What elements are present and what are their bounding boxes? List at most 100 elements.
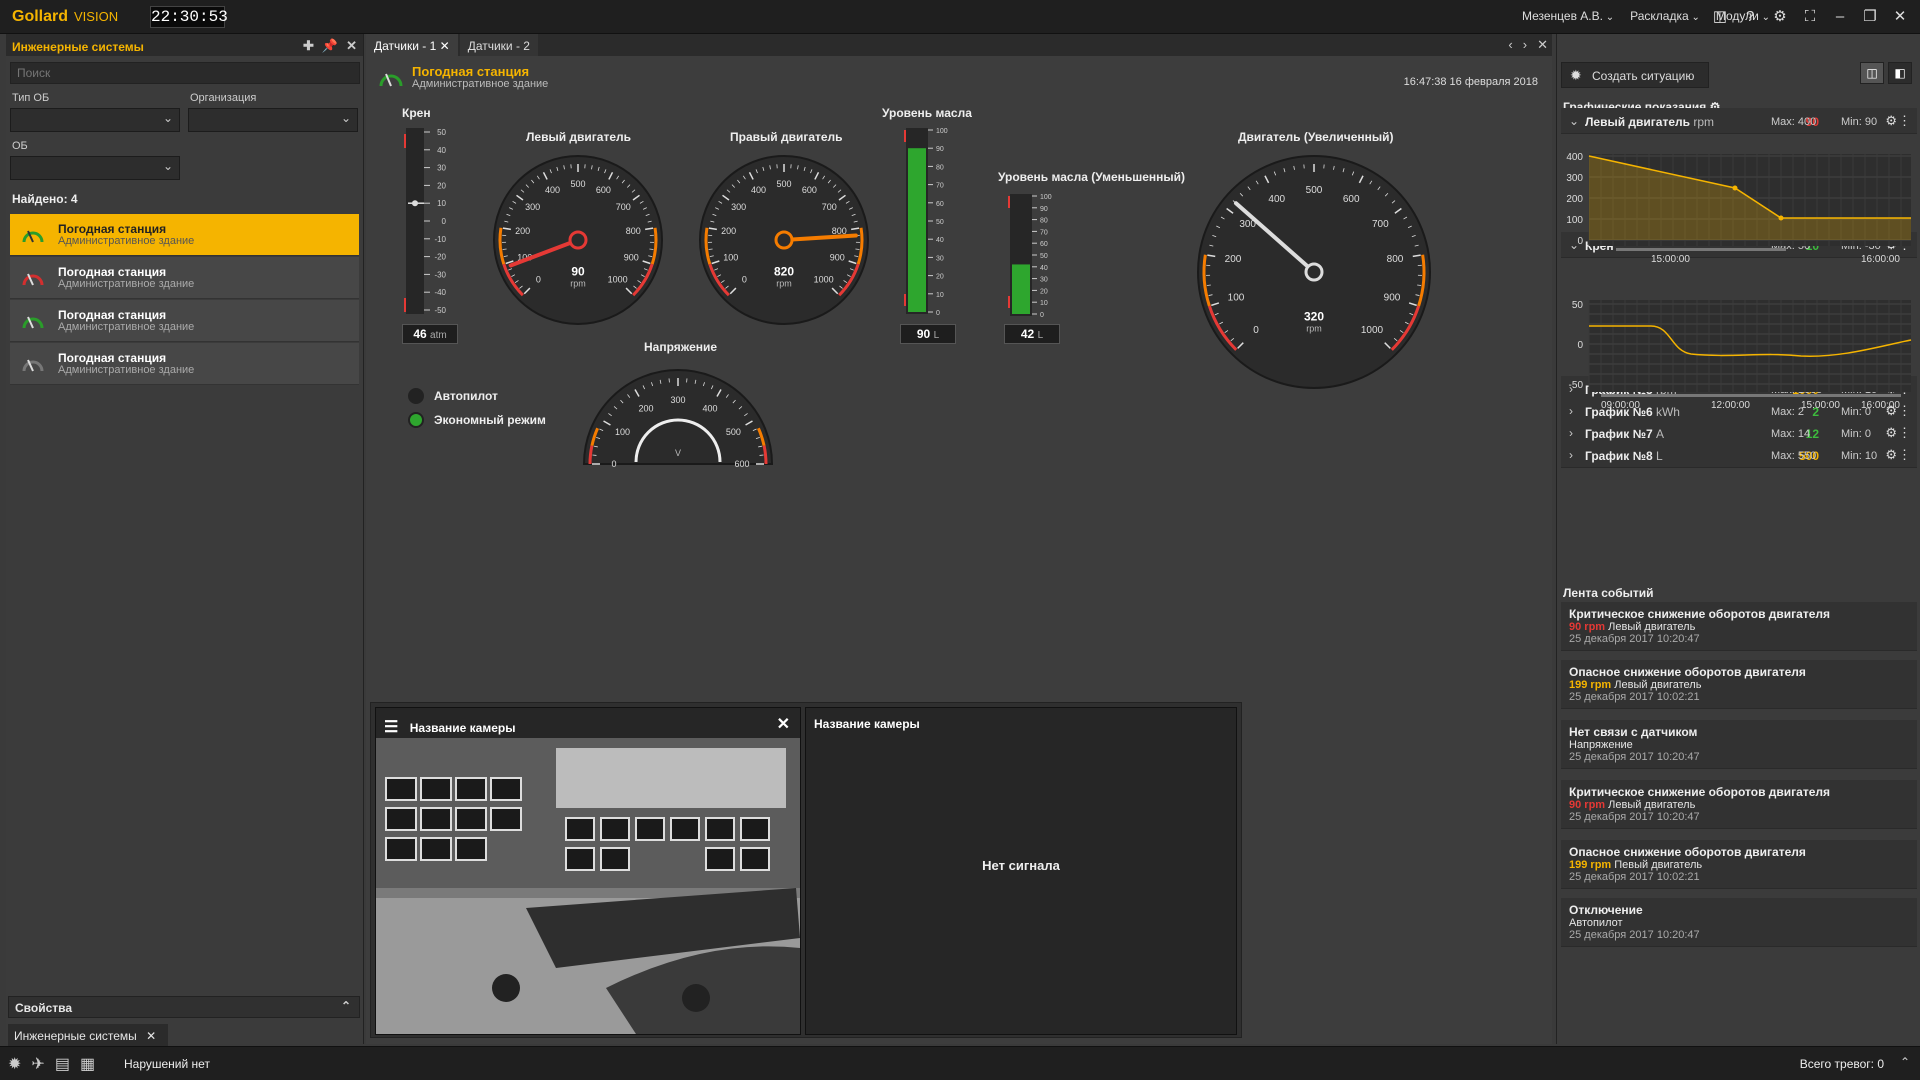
search-input[interactable]: [10, 62, 360, 84]
gear-icon[interactable]: ⚙: [1885, 113, 1897, 129]
voltage-tick-label: 0: [611, 459, 616, 469]
map-icon[interactable]: ▤: [55, 1054, 70, 1074]
chart2-y-tick: 0: [1577, 340, 1583, 351]
event-source: Левый двигатель: [1608, 621, 1696, 633]
kren-tick-label: 0: [442, 217, 447, 226]
chart2-y-tick: -50: [1569, 380, 1584, 391]
object-subtitle: Административное здание: [58, 235, 195, 247]
kren-tick-label: 30: [437, 164, 446, 173]
left-panel: Инженерные системы ✚ 📌 ✕ Тип ОБ Организа…: [6, 34, 364, 1044]
close-icon[interactable]: ✕: [777, 714, 790, 734]
fullscreen-icon[interactable]: ⛶: [1800, 6, 1820, 26]
user-menu[interactable]: Мезенцев А.В.: [1522, 9, 1614, 23]
object-list-item[interactable]: Погодная станция Административное здание: [10, 214, 359, 256]
gauge-tick-label: 600: [802, 185, 817, 195]
oil-tick-label: 0: [936, 310, 940, 316]
gear-icon[interactable]: ⚙: [1885, 425, 1897, 441]
pin-icon[interactable]: 📌: [322, 38, 338, 54]
gauge-unit: rpm: [1306, 324, 1322, 334]
gear-icon[interactable]: ⚙: [1770, 6, 1790, 26]
add-icon[interactable]: ✚: [303, 38, 314, 54]
filter-type-select[interactable]: [10, 108, 180, 132]
camera-2[interactable]: Название камеры Нет сигнала: [805, 707, 1237, 1035]
chart2-x-tick: 15:00:00: [1801, 400, 1840, 411]
event-title: Опасное снижение оборотов двигателя: [1569, 665, 1806, 679]
oil-tick-label: 90: [936, 146, 944, 153]
chart-kren: 50 0 -50 09:00:00 12:00:00 15:00:00 16:00:00: [1569, 300, 1912, 411]
event-item[interactable]: Критическое снижение оборотов двигателя 9…: [1561, 780, 1917, 829]
more-icon[interactable]: ⋮: [1898, 447, 1911, 463]
grid-icon[interactable]: ▦: [80, 1054, 95, 1074]
bottom-tab[interactable]: Инженерные системы ✕: [8, 1024, 168, 1046]
chevron-up-icon[interactable]: ⌃: [1900, 1055, 1910, 1069]
close-icon[interactable]: ✕: [1537, 37, 1548, 53]
menu-icon[interactable]: ☰: [384, 719, 398, 736]
object-list-item[interactable]: Погодная станция Административное здание: [10, 300, 359, 342]
event-item[interactable]: Критическое снижение оборотов двигателя 9…: [1561, 602, 1917, 651]
chevron-right-icon[interactable]: ›: [1569, 448, 1573, 462]
voltage-tick-label: 200: [638, 404, 653, 414]
gauge-tick-label: 0: [536, 275, 541, 285]
chart1-y-tick: 300: [1566, 173, 1583, 184]
gauge-tick-label: 0: [1253, 325, 1259, 336]
event-item[interactable]: Опасное снижение оборотов двигателя 199 r…: [1561, 660, 1917, 709]
gauge-hub: [774, 230, 794, 250]
autopilot-led: [408, 388, 424, 404]
oil-tick-label: 70: [1040, 229, 1048, 236]
layout-split-icon[interactable]: ◫: [1860, 62, 1884, 84]
graph-name: Левый двигатель rpm: [1585, 115, 1715, 129]
oil-tick-label: 100: [1040, 194, 1052, 201]
eco-led: [408, 412, 424, 428]
gauge-tick-label: 1000: [608, 275, 628, 285]
graph-row[interactable]: ⌄ Левый двигатель rpm 90 Max: 400 Min: 90 ⚙ ⋮: [1561, 108, 1917, 134]
next-icon[interactable]: ›: [1523, 37, 1527, 53]
maximize-icon[interactable]: ❐: [1860, 6, 1880, 26]
camera-image: [376, 738, 800, 1034]
help-icon[interactable]: ?: [1740, 6, 1760, 26]
sparkle-icon[interactable]: ✹: [8, 1054, 21, 1074]
camera-1[interactable]: ☰ Название камеры ✕: [375, 707, 801, 1035]
filter-type-label: Тип ОБ: [12, 92, 50, 104]
left-engine-label: Левый двигатель: [526, 130, 632, 144]
gear-icon[interactable]: ⚙: [1885, 447, 1897, 463]
minimize-icon[interactable]: –: [1830, 6, 1850, 26]
object-list-item[interactable]: Погодная станция Административное здание: [10, 257, 359, 299]
oil-small-scale: 1009080706050403020100: [1008, 194, 1052, 318]
chevron-down-icon[interactable]: ⌄: [1569, 114, 1579, 128]
gauge-tick-label: 1000: [1361, 325, 1384, 336]
more-icon[interactable]: ⋮: [1898, 425, 1911, 441]
gauge-tick-label: 700: [616, 202, 631, 212]
event-item[interactable]: Опасное снижение оборотов двигателя 199 r…: [1561, 840, 1917, 889]
object-title: Погодная станция: [58, 308, 167, 322]
gauge-tick-label: 900: [830, 252, 845, 262]
oil-tick-label: 0: [1040, 312, 1044, 318]
plane-icon[interactable]: ✈: [31, 1054, 44, 1074]
window-icon[interactable]: ◫: [1710, 6, 1730, 26]
station-subtitle: Административное здание: [412, 78, 549, 90]
tab-sensors-2[interactable]: Датчики - 2: [459, 34, 538, 56]
close-icon[interactable]: ✕: [1890, 6, 1910, 26]
more-icon[interactable]: ⋮: [1898, 113, 1911, 129]
layout-side-icon[interactable]: ◧: [1888, 62, 1912, 84]
kren-tick-label: -10: [434, 235, 446, 244]
event-source: Напряжение: [1569, 739, 1633, 751]
object-list-item[interactable]: Погодная станция Административное здание: [10, 343, 359, 385]
voltage-tick-label: 100: [615, 427, 630, 437]
oil-tick-label: 40: [936, 237, 944, 244]
event-source: Левый двигатель: [1614, 679, 1702, 691]
graph-name: График №7 A: [1585, 427, 1664, 441]
create-situation-button[interactable]: ✹ Создать ситуацию: [1561, 62, 1709, 88]
filter-org-select[interactable]: [188, 108, 358, 132]
oil-tick-label: 10: [1040, 300, 1048, 307]
tab-sensors-1[interactable]: Датчики - 1 ✕: [366, 34, 458, 56]
event-item[interactable]: Отключение Автопилот 25 декабря 2017 10:2…: [1561, 898, 1917, 947]
graph-row[interactable]: › График №8 L 500 Max: 550 Min: 10 ⚙ ⋮: [1561, 442, 1917, 468]
properties-panel[interactable]: Свойства: [8, 996, 360, 1018]
close-icon[interactable]: ✕: [346, 38, 357, 54]
filter-ob-select[interactable]: [10, 156, 180, 180]
event-item[interactable]: Нет связи с датчиком Напряжение 25 декабр…: [1561, 720, 1917, 769]
chart1-y-tick: 400: [1566, 152, 1583, 163]
chevron-right-icon[interactable]: ›: [1569, 426, 1573, 440]
layout-menu[interactable]: Раскладка: [1630, 9, 1700, 23]
prev-icon[interactable]: ‹: [1508, 37, 1512, 53]
